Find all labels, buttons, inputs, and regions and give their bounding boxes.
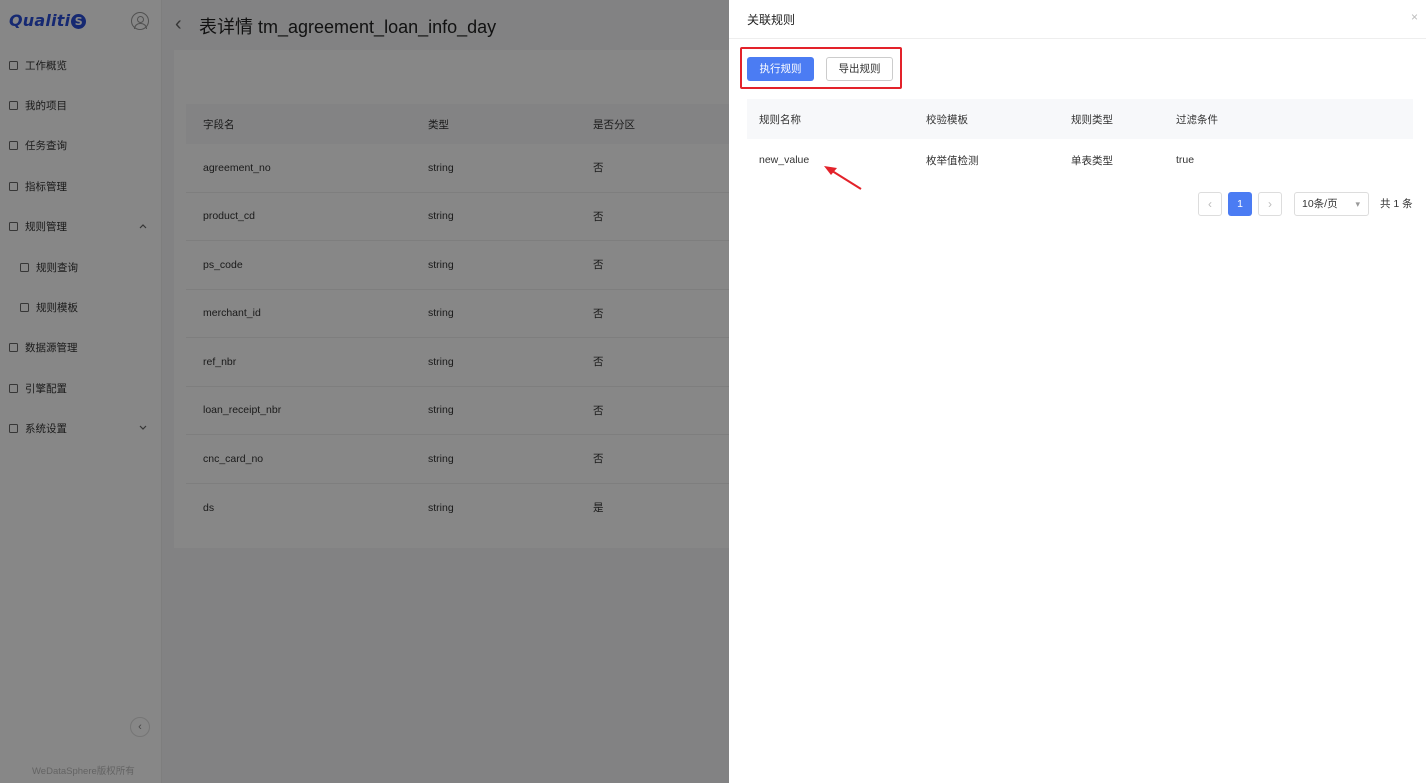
next-page-button[interactable]: › — [1258, 192, 1282, 216]
total-count: 共 1 条 — [1380, 198, 1413, 210]
column-header: 校验模板 — [926, 113, 968, 126]
drawer-title: 关联规则 — [747, 13, 796, 27]
divider — [729, 38, 1426, 39]
chevron-down-icon: ▾ — [1355, 199, 1360, 209]
prev-page-button[interactable]: ‹ — [1198, 192, 1222, 216]
page-1-button[interactable]: 1 — [1228, 192, 1252, 216]
page-size-value: 10条/页 — [1302, 198, 1338, 210]
execute-rules-button[interactable]: 执行规则 — [747, 57, 814, 81]
rules-table-header: 规则名称 校验模板 规则类型 过滤条件 — [747, 99, 1413, 139]
column-header: 规则名称 — [759, 113, 801, 126]
page-size-select[interactable]: 10条/页 ▾ — [1294, 192, 1369, 216]
modal-mask[interactable] — [0, 0, 729, 783]
related-rules-drawer: 关联规则 × 执行规则 导出规则 规则名称 校验模板 规则类型 过滤条件 new… — [729, 0, 1426, 783]
rule-name-cell[interactable]: new_value — [759, 139, 809, 181]
rule-type-cell: 单表类型 — [1071, 154, 1113, 167]
close-icon[interactable]: × — [1411, 10, 1418, 24]
column-header: 过滤条件 — [1176, 113, 1218, 126]
filter-condition-cell: true — [1176, 154, 1195, 166]
rule-template-cell: 枚举值检测 — [926, 154, 979, 167]
annotation-arrow-icon — [824, 166, 862, 190]
column-header: 规则类型 — [1071, 113, 1113, 126]
export-rules-button[interactable]: 导出规则 — [826, 57, 893, 81]
